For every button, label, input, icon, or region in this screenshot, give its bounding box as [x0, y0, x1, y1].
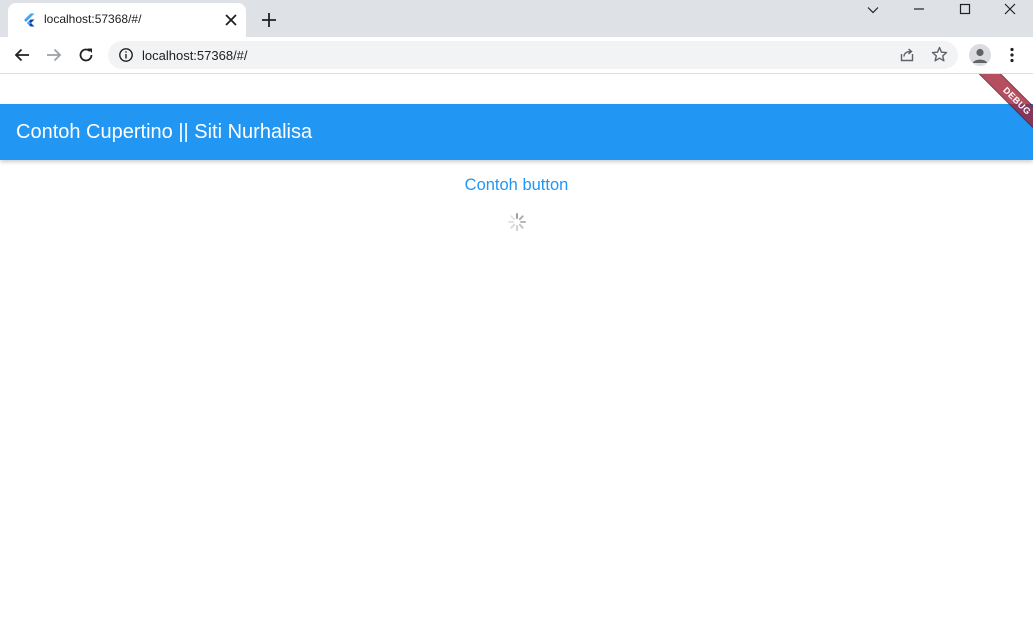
page-title: Contoh Cupertino || Siti Nurhalisa: [16, 121, 313, 143]
app-viewport: Contoh Cupertino || Siti Nurhalisa Conto…: [0, 74, 1033, 619]
browser-tab-strip: localhost:57368/#/: [0, 0, 1033, 37]
back-arrow-icon[interactable]: [13, 46, 31, 64]
app-bar: Contoh Cupertino || Siti Nurhalisa: [0, 104, 1033, 160]
minimize-icon: [914, 8, 924, 10]
contoh-button[interactable]: Contoh button: [465, 176, 569, 195]
contoh-button-container: Contoh button: [0, 176, 1033, 195]
star-icon[interactable]: [931, 46, 948, 63]
plus-icon[interactable]: [260, 11, 278, 29]
url-text[interactable]: localhost:57368/#/: [142, 48, 248, 63]
close-icon: [1004, 3, 1016, 15]
info-icon[interactable]: [118, 47, 134, 63]
maximize-button[interactable]: [942, 0, 988, 20]
forward-arrow-icon[interactable]: [45, 46, 63, 64]
close-icon[interactable]: [223, 12, 239, 28]
reload-icon[interactable]: [77, 46, 95, 64]
chevron-down-icon: [867, 7, 879, 14]
profile-silhouette: [973, 48, 987, 63]
share-icon[interactable]: [899, 47, 915, 63]
window-close-button[interactable]: [987, 0, 1033, 20]
browser-toolbar: localhost:57368/#/: [0, 37, 1033, 74]
tab-title: localhost:57368/#/: [44, 12, 142, 26]
maximize-icon: [959, 3, 971, 15]
avatar-icon[interactable]: [969, 44, 991, 66]
browser-tab[interactable]: localhost:57368/#/: [8, 3, 246, 37]
flutter-icon: [24, 13, 35, 27]
activity-indicator-icon: [508, 213, 526, 231]
tab-search-button[interactable]: [850, 0, 896, 20]
kebab-menu-icon[interactable]: [1003, 46, 1021, 64]
address-bar[interactable]: localhost:57368/#/: [108, 41, 958, 69]
minimize-button[interactable]: [896, 0, 942, 20]
